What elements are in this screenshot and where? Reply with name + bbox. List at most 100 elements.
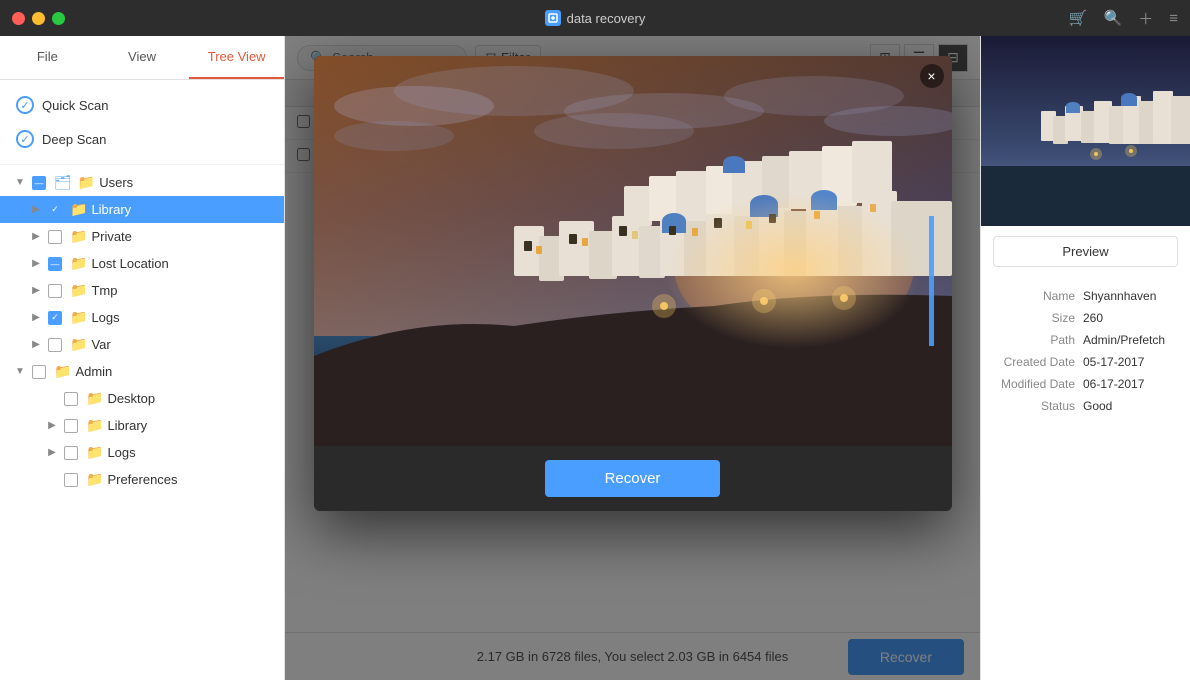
right-panel: Preview Name Shyannhaven Size 260 Path A… bbox=[980, 36, 1190, 680]
toggle-lost-location[interactable]: ▶ bbox=[28, 256, 44, 272]
check-desktop[interactable] bbox=[64, 392, 78, 406]
sidebar: File View Tree View Quick Scan Deep Scan… bbox=[0, 36, 285, 680]
tab-tree-view[interactable]: Tree View bbox=[189, 36, 284, 79]
toggle-admin[interactable]: ▼ bbox=[12, 364, 28, 380]
meta-name-row: Name Shyannhaven bbox=[993, 285, 1178, 307]
preview-button[interactable]: Preview bbox=[993, 236, 1178, 267]
folder-library2-icon: 📁 bbox=[86, 417, 103, 434]
app-title-text: data recovery bbox=[567, 11, 646, 26]
modal-overlay[interactable]: × bbox=[285, 36, 980, 680]
check-lost-location[interactable] bbox=[48, 257, 62, 271]
tree-item-users[interactable]: ▼ 🗂 📁 Users bbox=[0, 169, 284, 196]
toggle-var[interactable]: ▶ bbox=[28, 337, 44, 353]
maximize-dot[interactable] bbox=[52, 12, 65, 25]
library2-label: Library bbox=[107, 418, 147, 433]
meta-size-row: Size 260 bbox=[993, 307, 1178, 329]
toggle-users[interactable]: ▼ bbox=[12, 175, 28, 191]
check-logs2[interactable] bbox=[64, 446, 78, 460]
folder-logs2-icon: 📁 bbox=[86, 444, 103, 461]
check-admin[interactable] bbox=[32, 365, 46, 379]
folder-tmp-icon: 📁 bbox=[70, 282, 87, 299]
meta-path-value: Admin/Prefetch bbox=[1083, 333, 1178, 347]
titlebar: data recovery 🛒 🔍 ＋ ≡ bbox=[0, 0, 1190, 36]
minimize-dot[interactable] bbox=[32, 12, 45, 25]
desktop-label: Desktop bbox=[107, 391, 155, 406]
tree-item-logs2[interactable]: ▶ 📁 Logs bbox=[0, 439, 284, 466]
meta-path-label: Path bbox=[993, 333, 1083, 347]
add-icon[interactable]: ＋ bbox=[1138, 8, 1153, 29]
cart-icon[interactable]: 🛒 bbox=[1069, 9, 1088, 27]
check-logs[interactable] bbox=[48, 311, 62, 325]
meta-path-row: Path Admin/Prefetch bbox=[993, 329, 1178, 351]
tree-item-library[interactable]: ▶ 📁 Library bbox=[0, 196, 284, 223]
tree-item-var[interactable]: ▶ 📁 Var bbox=[0, 331, 284, 358]
menu-icon[interactable]: ≡ bbox=[1169, 10, 1178, 27]
library-label: Library bbox=[91, 202, 131, 217]
check-private[interactable] bbox=[48, 230, 62, 244]
toggle-tmp[interactable]: ▶ bbox=[28, 283, 44, 299]
tree-item-desktop[interactable]: ▶ 📁 Desktop bbox=[0, 385, 284, 412]
app-title: data recovery bbox=[545, 10, 646, 26]
tab-view[interactable]: View bbox=[95, 36, 190, 79]
folder-logs-icon: 📁 bbox=[70, 309, 87, 326]
preview-thumbnail bbox=[981, 36, 1190, 226]
tree-item-tmp[interactable]: ▶ 📁 Tmp bbox=[0, 277, 284, 304]
toggle-library2[interactable]: ▶ bbox=[44, 418, 60, 434]
meta-status-value: Good bbox=[1083, 399, 1178, 413]
check-preferences[interactable] bbox=[64, 473, 78, 487]
check-var[interactable] bbox=[48, 338, 62, 352]
toggle-private[interactable]: ▶ bbox=[28, 229, 44, 245]
meta-modified-label: Modified Date bbox=[993, 377, 1083, 391]
check-library[interactable] bbox=[48, 203, 62, 217]
folder-private-icon: 📁 bbox=[70, 228, 87, 245]
toggle-logs[interactable]: ▶ bbox=[28, 310, 44, 326]
tree-items: ▼ 🗂 📁 Users ▶ 📁 Library ▶ 📁 Private bbox=[0, 165, 284, 680]
tree-item-preferences[interactable]: ▶ 📁 Preferences bbox=[0, 466, 284, 493]
folder-preferences-icon: 📁 bbox=[86, 471, 103, 488]
content-area: 🔍 ▽ Filter ⊞ ☰ ⊟ Name Size Path Date bbox=[285, 36, 980, 680]
meta-modified-row: Modified Date 06-17-2017 bbox=[993, 373, 1178, 395]
tree-item-logs[interactable]: ▶ 📁 Logs bbox=[0, 304, 284, 331]
close-dot[interactable] bbox=[12, 12, 25, 25]
meta-size-label: Size bbox=[993, 311, 1083, 325]
folder-users-icon: 📁 bbox=[78, 174, 95, 191]
check-library2[interactable] bbox=[64, 419, 78, 433]
tmp-label: Tmp bbox=[91, 283, 117, 298]
folder-var-icon: 📁 bbox=[70, 336, 87, 353]
folder-desktop-icon: 📁 bbox=[86, 390, 103, 407]
deep-scan-check bbox=[16, 130, 34, 148]
meta-status-row: Status Good bbox=[993, 395, 1178, 417]
metadata-table: Name Shyannhaven Size 260 Path Admin/Pre… bbox=[981, 277, 1190, 425]
quick-scan-item[interactable]: Quick Scan bbox=[0, 88, 284, 122]
meta-name-label: Name bbox=[993, 289, 1083, 303]
toggle-library[interactable]: ▶ bbox=[28, 202, 44, 218]
modal-recover-button[interactable]: Recover bbox=[545, 460, 721, 497]
logs2-label: Logs bbox=[107, 445, 135, 460]
check-tmp[interactable] bbox=[48, 284, 62, 298]
tab-file[interactable]: File bbox=[0, 36, 95, 79]
titlebar-actions: 🛒 🔍 ＋ ≡ bbox=[1069, 8, 1178, 29]
tree-item-library2[interactable]: ▶ 📁 Library bbox=[0, 412, 284, 439]
santorini-scene bbox=[314, 56, 952, 446]
check-users[interactable] bbox=[32, 176, 46, 190]
folder-admin-icon: 📁 bbox=[54, 363, 71, 380]
tree-item-lost-location[interactable]: ▶ 📁 Lost Location bbox=[0, 250, 284, 277]
tree-item-private[interactable]: ▶ 📁 Private bbox=[0, 223, 284, 250]
lost-location-label: Lost Location bbox=[91, 256, 168, 271]
users-label: Users bbox=[99, 175, 133, 190]
tree-item-admin[interactable]: ▼ 📁 Admin bbox=[0, 358, 284, 385]
meta-created-row: Created Date 05-17-2017 bbox=[993, 351, 1178, 373]
window-controls bbox=[12, 12, 65, 25]
quick-scan-label: Quick Scan bbox=[42, 98, 108, 113]
var-label: Var bbox=[91, 337, 110, 352]
deep-scan-item[interactable]: Deep Scan bbox=[0, 122, 284, 156]
preview-image-container bbox=[981, 36, 1190, 226]
search-icon[interactable]: 🔍 bbox=[1104, 9, 1123, 27]
modal-footer: Recover bbox=[314, 446, 952, 511]
private-label: Private bbox=[91, 229, 131, 244]
modal-close-button[interactable]: × bbox=[920, 64, 944, 88]
preferences-label: Preferences bbox=[107, 472, 177, 487]
folder-users-inner-icon: 🗂 bbox=[54, 174, 72, 191]
toggle-logs2[interactable]: ▶ bbox=[44, 445, 60, 461]
folder-lost-icon: 📁 bbox=[70, 255, 87, 272]
